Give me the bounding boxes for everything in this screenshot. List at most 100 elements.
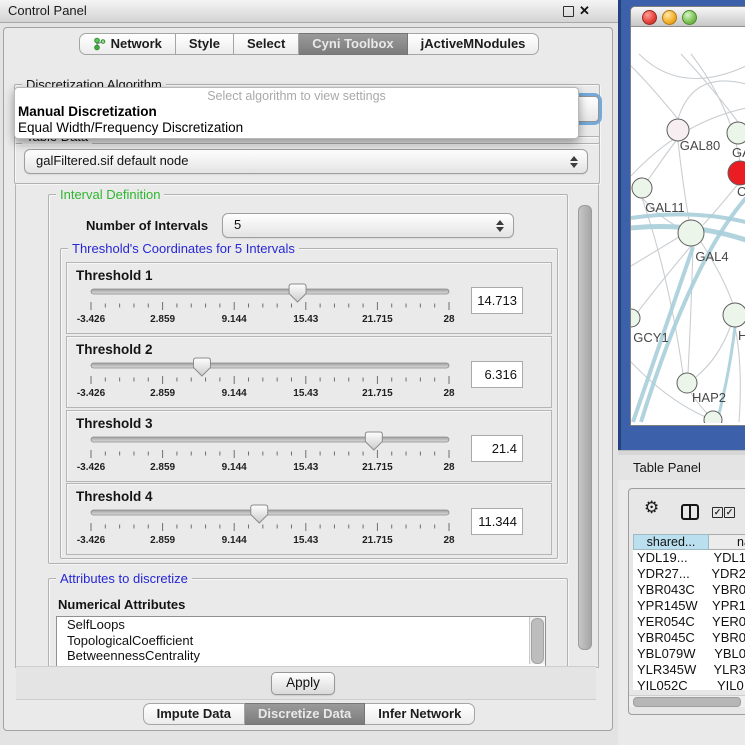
cell-name: YDL1 — [705, 550, 745, 566]
minimize-traffic-light-icon[interactable] — [662, 10, 677, 25]
slider-thumb[interactable] — [251, 505, 268, 523]
attributes-group-title: Attributes to discretize — [56, 571, 192, 586]
threshold-value-field[interactable] — [471, 361, 523, 388]
tab-label: jActiveMNodules — [421, 34, 526, 54]
zoom-traffic-light-icon[interactable] — [682, 10, 697, 25]
table-row[interactable]: YLR345WYLR3 — [633, 662, 745, 678]
svg-text:-3.426: -3.426 — [77, 388, 106, 399]
number-of-intervals-label: Number of Intervals — [86, 218, 208, 233]
numerical-attributes-list[interactable]: SelfLoopsTopologicalCoefficientBetweenne… — [56, 616, 546, 667]
tab-cyni-toolbox[interactable]: Cyni Toolbox — [299, 33, 407, 55]
network-node-gal4[interactable] — [678, 220, 704, 246]
checkbox-icon[interactable]: ✓ — [712, 507, 723, 518]
network-node-c[interactable] — [728, 161, 745, 185]
cell-name: YPR1 — [704, 598, 745, 614]
control-panel-title: Control Panel — [8, 3, 87, 18]
network-node-label: GAL80 — [680, 138, 720, 153]
threshold-value-field[interactable] — [471, 287, 523, 314]
table-row[interactable]: YBL079WYBL0 — [633, 646, 745, 662]
horizontal-scrollbar-thumb[interactable] — [633, 697, 741, 707]
cell-shared-name: YBR043C — [633, 582, 704, 598]
slider-thumb[interactable] — [365, 432, 382, 450]
table-row[interactable]: YDL19...YDL1 — [633, 550, 745, 566]
network-node-label: GCY1 — [633, 330, 668, 345]
tab-select[interactable]: Select — [234, 33, 299, 55]
slider-thumb[interactable] — [193, 358, 210, 376]
cell-shared-name: YDR27... — [633, 566, 703, 582]
network-window-titlebar[interactable] — [631, 7, 745, 27]
tab-jactivemnodules[interactable]: jActiveMNodules — [408, 33, 540, 55]
tab-label: Network — [111, 34, 162, 54]
table-row[interactable]: YER054CYER0 — [633, 614, 745, 630]
table-header-name[interactable]: na — [709, 534, 745, 550]
table-row[interactable]: YBR043CYBR0 — [633, 582, 745, 598]
threshold-panel-1: Threshold 1-3.4262.8599.14415.4321.71528 — [66, 262, 552, 334]
table-data-combo[interactable]: galFiltered.sif default node — [24, 149, 588, 174]
table-row[interactable]: YBR045CYBR0 — [633, 630, 745, 646]
network-view-window: GAL80GACGAL11GAL4GCY1HHAP2 — [630, 6, 745, 426]
svg-text:21.715: 21.715 — [362, 388, 393, 399]
tab-label: Select — [247, 34, 285, 54]
threshold-slider[interactable]: -3.4262.8599.14415.4321.71528 — [69, 357, 469, 399]
tab-label: Impute Data — [157, 704, 231, 724]
threshold-slider[interactable]: -3.4262.8599.14415.4321.71528 — [69, 504, 469, 546]
network-node-label: GAL4 — [695, 249, 728, 264]
cell-name: YDR2 — [703, 566, 745, 582]
threshold-label: Threshold 1 — [76, 268, 153, 283]
svg-text:2.859: 2.859 — [150, 535, 175, 546]
network-node-label: H — [738, 328, 745, 343]
threshold-value-field[interactable] — [471, 508, 523, 535]
tab-discretize-data[interactable]: Discretize Data — [245, 703, 365, 725]
slider-thumb[interactable] — [289, 284, 306, 302]
network-node-gal11[interactable] — [632, 178, 652, 198]
table-row[interactable]: YIL052CYIL0 — [633, 678, 745, 690]
list-scrollbar-thumb[interactable] — [531, 618, 544, 664]
close-icon[interactable]: ✕ — [579, 3, 590, 19]
svg-text:2.859: 2.859 — [150, 314, 175, 325]
attribute-item-topologicalcoefficient[interactable]: TopologicalCoefficient — [57, 633, 545, 649]
close-traffic-light-icon[interactable] — [642, 10, 657, 25]
table-row[interactable]: YPR145WYPR1 — [633, 598, 745, 614]
svg-text:15.43: 15.43 — [293, 314, 318, 325]
gear-icon[interactable]: ⚙ — [644, 500, 659, 517]
tab-label: Infer Network — [378, 704, 461, 724]
checkbox-icon[interactable]: ✓ — [724, 507, 735, 518]
threshold-panel-4: Threshold 4-3.4262.8599.14415.4321.71528 — [66, 483, 552, 555]
split-columns-icon[interactable] — [681, 504, 699, 520]
network-node-h[interactable] — [723, 303, 745, 327]
cell-name: YBR0 — [704, 630, 745, 646]
svg-text:21.715: 21.715 — [362, 535, 393, 546]
threshold-value-field[interactable] — [471, 435, 523, 462]
svg-text:28: 28 — [443, 535, 455, 546]
svg-text:28: 28 — [443, 462, 455, 473]
svg-text:-3.426: -3.426 — [77, 462, 106, 473]
svg-text:21.715: 21.715 — [362, 462, 393, 473]
tab-network[interactable]: Network — [79, 33, 176, 55]
dropdown-option-equal-width-frequency-discretization[interactable]: Equal Width/Frequency Discretization — [15, 120, 578, 136]
tab-label: Discretize Data — [258, 704, 351, 724]
tab-infer-network[interactable]: Infer Network — [365, 703, 475, 725]
apply-button[interactable]: Apply — [271, 672, 335, 695]
svg-text:9.144: 9.144 — [222, 314, 247, 325]
threshold-label: Threshold 4 — [76, 489, 153, 504]
network-canvas[interactable]: GAL80GACGAL11GAL4GCY1HHAP2 — [631, 26, 745, 423]
table-row[interactable]: YDR27...YDR2 — [633, 566, 745, 582]
threshold-slider[interactable]: -3.4262.8599.14415.4321.71528 — [69, 431, 469, 473]
svg-text:-3.426: -3.426 — [77, 314, 106, 325]
attribute-item-selfloops[interactable]: SelfLoops — [57, 617, 545, 633]
svg-text:28: 28 — [443, 388, 455, 399]
network-node-ga[interactable] — [727, 122, 745, 144]
table-body[interactable]: YDL19...YDL1YDR27...YDR2YBR043CYBR0YPR14… — [633, 550, 745, 690]
tab-label: Cyni Toolbox — [312, 34, 393, 54]
cell-shared-name: YBL079W — [633, 646, 706, 662]
dropdown-option-manual-discretization[interactable]: Manual Discretization — [15, 104, 578, 120]
float-window-icon[interactable] — [563, 6, 574, 17]
tab-style[interactable]: Style — [176, 33, 234, 55]
tab-impute-data[interactable]: Impute Data — [143, 703, 245, 725]
svg-text:15.43: 15.43 — [293, 535, 318, 546]
vertical-scrollbar-thumb[interactable] — [578, 205, 592, 650]
table-header-shared-name[interactable]: shared... — [633, 534, 709, 550]
attribute-item-betweennesscentrality[interactable]: BetweennessCentrality — [57, 648, 545, 664]
number-of-intervals-combo[interactable]: 5 — [222, 213, 514, 238]
threshold-slider[interactable]: -3.4262.8599.14415.4321.71528 — [69, 283, 469, 325]
